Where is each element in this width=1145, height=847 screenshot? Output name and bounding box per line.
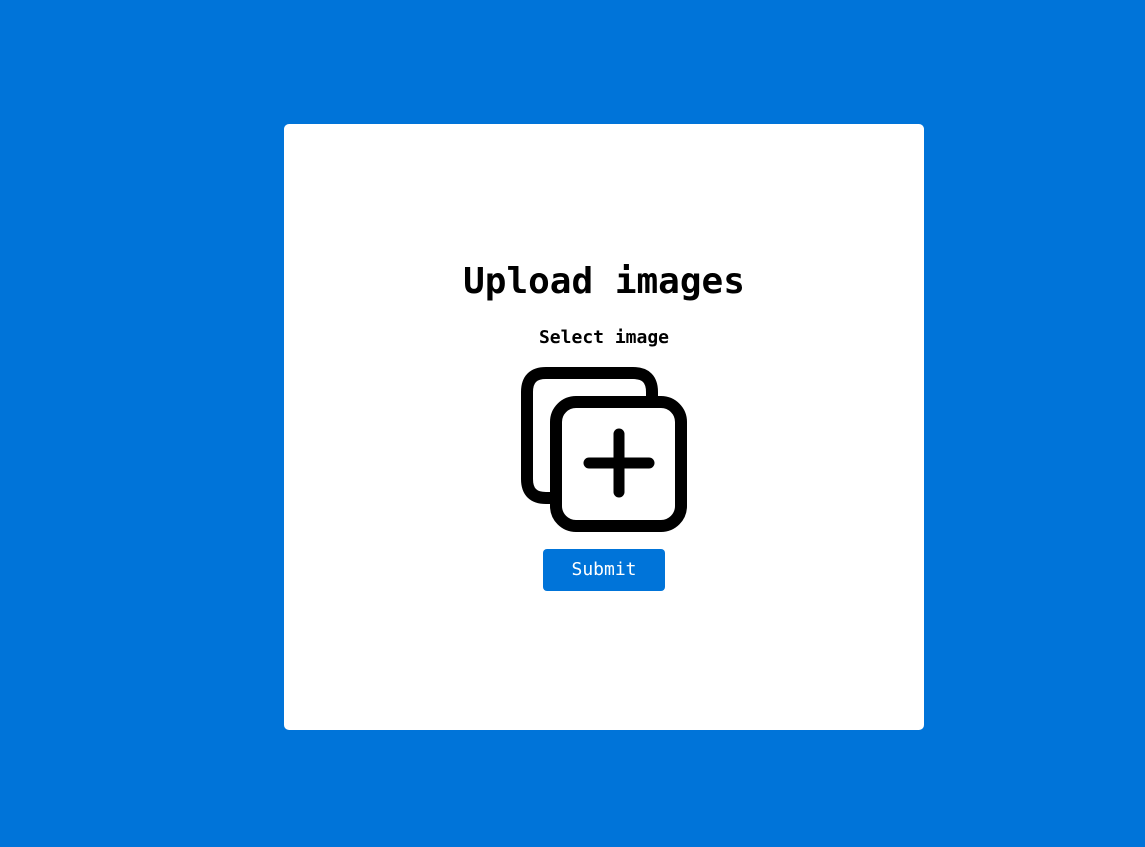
- page: Upload images Select image Submit: [0, 0, 1145, 847]
- add-image-icon[interactable]: [520, 366, 688, 532]
- select-image-label[interactable]: Select image: [0, 326, 1145, 350]
- page-title: Upload images: [463, 261, 745, 302]
- submit-button[interactable]: Submit: [543, 549, 665, 591]
